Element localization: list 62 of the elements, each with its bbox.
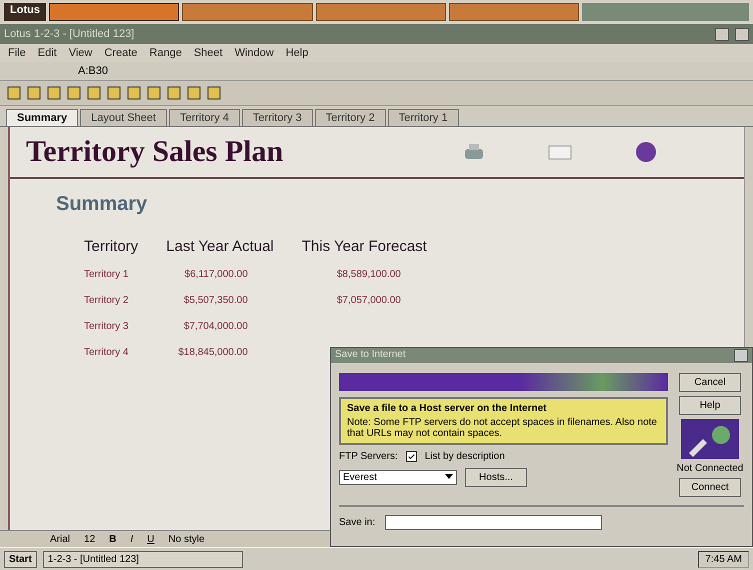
minimize-button[interactable] <box>715 28 729 40</box>
menu-item[interactable]: Help <box>286 47 308 59</box>
underline-button[interactable]: U <box>147 534 154 544</box>
save-in-label: Save in: <box>339 517 376 528</box>
start-button[interactable]: Start <box>4 550 37 568</box>
menu-item[interactable]: Window <box>234 47 274 59</box>
window-title: Lotus 1-2-3 - [Untitled 123] <box>4 28 136 40</box>
column-header: This Year Forecast <box>300 237 428 257</box>
dropdown-arrow-icon[interactable] <box>445 472 453 480</box>
sheet-tab[interactable]: Summary <box>6 109 78 126</box>
suite-logo[interactable]: Lotus <box>4 3 46 21</box>
connection-status: Not Connected <box>676 463 744 474</box>
font-size[interactable]: 12 <box>84 534 96 544</box>
table-cell-text: $8,589,100.00 <box>336 268 402 282</box>
italic-button[interactable]: I <box>130 534 134 544</box>
hosts-button[interactable]: Hosts... <box>465 468 527 487</box>
table-cell-text: $5,507,350.00 <box>182 294 249 308</box>
close-button[interactable] <box>734 349 748 362</box>
table-cell-text: $6,117,000.00 <box>184 268 249 282</box>
table-cell-text: Territory 4 <box>83 346 130 360</box>
menu-item[interactable]: View <box>68 47 92 59</box>
sheet-title: Territory Sales Plan <box>26 135 284 169</box>
checkbox[interactable] <box>406 451 417 462</box>
cell-reference[interactable]: A:B30 <box>78 65 148 77</box>
bold-button[interactable]: B <box>109 534 116 544</box>
banner-title: Save a file to a Host server on the Internet <box>347 403 548 414</box>
sheet-tab[interactable]: Territory 1 <box>388 109 459 126</box>
taskbar-button[interactable]: 1-2-3 - [Untitled 123] <box>42 550 243 568</box>
style-name[interactable]: No style <box>168 534 205 544</box>
menu-item[interactable]: File <box>8 47 26 59</box>
drawer-tab[interactable] <box>48 3 180 21</box>
checkbox-label: List by description <box>424 451 505 462</box>
column-header: Last Year Actual <box>165 237 275 257</box>
dialog-title: Save to Internet <box>335 349 406 362</box>
font-name[interactable]: Arial <box>50 534 70 544</box>
table-cell-text: $7,704,000.00 <box>182 320 249 334</box>
table-cell-text: Territory 1 <box>83 268 130 282</box>
connect-button[interactable]: Connect <box>679 478 741 497</box>
dialog-button[interactable]: Help <box>679 396 741 415</box>
table-cell-text: Territory 3 <box>83 320 130 334</box>
section-heading: Summary <box>56 193 148 216</box>
sheet-tab[interactable]: Territory 2 <box>314 109 386 126</box>
menu-item[interactable]: Range <box>149 47 182 59</box>
ftp-servers-label: FTP Servers: <box>339 451 398 462</box>
sheet-tab[interactable]: Territory 3 <box>242 109 313 126</box>
dialog-button[interactable]: Cancel <box>679 373 741 392</box>
column-header: Territory <box>83 237 140 257</box>
menu-item[interactable]: Create <box>104 47 138 59</box>
sheet-tab[interactable]: Layout Sheet <box>80 109 167 126</box>
table-cell-text: $7,057,000.00 <box>336 294 402 308</box>
maximize-button[interactable] <box>735 28 749 40</box>
banner-note: Note: Some FTP servers do not accept spaces in filenames. Also note that URLs may not contain spaces. <box>347 417 658 439</box>
save-in-dropdown[interactable] <box>385 515 602 530</box>
table-cell-text: Territory 2 <box>83 294 130 308</box>
table-cell-text: $18,845,000.00 <box>177 346 249 360</box>
help-icon[interactable] <box>633 141 659 163</box>
server-dropdown[interactable]: Everest <box>339 470 457 485</box>
menu-item[interactable]: Sheet <box>194 47 223 59</box>
clock: 7:45 AM <box>698 550 749 568</box>
sheet-tab[interactable]: Territory 4 <box>168 109 240 126</box>
menu-item[interactable]: Edit <box>38 47 57 59</box>
connection-plug-icon <box>681 419 739 459</box>
